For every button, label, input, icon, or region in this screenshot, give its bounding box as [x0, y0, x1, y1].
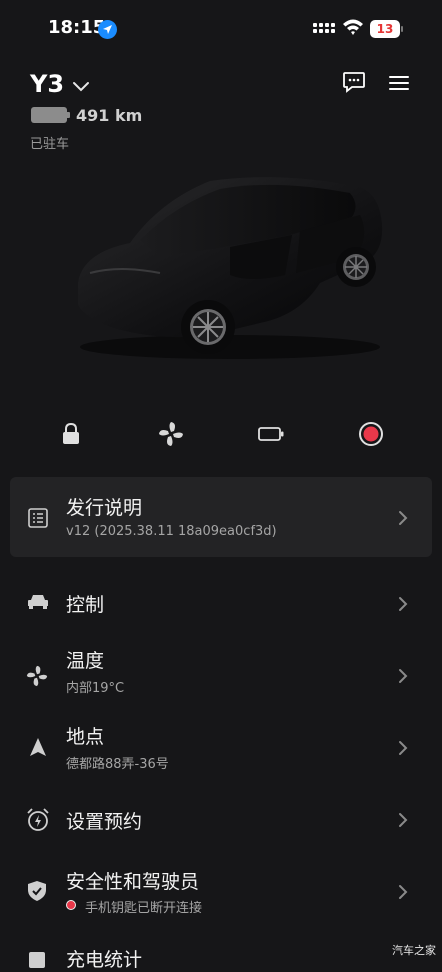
charging-stats-icon — [29, 952, 45, 968]
chevron-right-icon — [399, 885, 408, 899]
lock-icon[interactable] — [51, 414, 91, 454]
location-arrow-icon — [98, 20, 117, 39]
range-battery-tip — [67, 112, 70, 118]
car-control-icon — [27, 593, 49, 615]
release-notes-icon — [28, 508, 48, 532]
cellular-signal-icon — [313, 23, 335, 33]
release-notes-title: 发行说明 — [66, 497, 143, 519]
menu-item-location[interactable]: 地点 — [66, 722, 104, 749]
navigation-arrow-icon — [29, 737, 47, 761]
chevron-right-icon — [399, 741, 408, 755]
car-image[interactable] — [60, 165, 390, 365]
chevron-right-icon — [399, 511, 408, 525]
status-time: 18:15 — [48, 17, 106, 38]
alarm-clock-icon — [26, 808, 50, 836]
phone-key-status: 手机钥匙已断开连接 — [85, 901, 203, 916]
vehicle-state: 已驻车 — [30, 137, 70, 152]
menu-item-controls[interactable]: 控制 — [66, 590, 104, 617]
battery-status-icon: 13 — [370, 20, 400, 38]
battery-nub — [401, 26, 403, 32]
climate-subtitle: 内部19°C — [66, 681, 125, 696]
menu-item-schedule[interactable]: 设置预约 — [66, 807, 142, 834]
battery-level: 13 — [376, 22, 394, 36]
car-name[interactable]: Y3 — [30, 70, 64, 98]
disconnected-status-dot — [66, 900, 76, 910]
chevron-right-icon — [399, 597, 408, 611]
menu-item-safety[interactable]: 安全性和驾驶员 — [66, 867, 199, 894]
fan-icon[interactable] — [151, 414, 191, 454]
release-notes-version: v12 (2025.38.11 18a09ea0cf3d) — [66, 524, 277, 539]
shield-check-icon — [27, 880, 47, 906]
range-value: 491 km — [76, 106, 143, 125]
menu-item-charging-stats[interactable]: 充电统计 — [66, 945, 142, 972]
climate-fan-icon — [26, 665, 48, 691]
battery-icon[interactable] — [251, 414, 291, 454]
record-icon[interactable] — [351, 414, 391, 454]
message-icon[interactable] — [342, 71, 366, 97]
wifi-icon — [342, 18, 364, 40]
location-address: 德都路88弄-36号 — [66, 757, 169, 772]
watermark: 汽车之家 — [392, 944, 436, 957]
chevron-down-icon[interactable] — [72, 78, 90, 97]
range-battery-icon — [31, 107, 67, 123]
menu-icon[interactable] — [389, 75, 409, 95]
menu-item-climate[interactable]: 温度 — [66, 646, 104, 673]
chevron-right-icon — [399, 669, 408, 683]
chevron-right-icon — [399, 813, 408, 827]
